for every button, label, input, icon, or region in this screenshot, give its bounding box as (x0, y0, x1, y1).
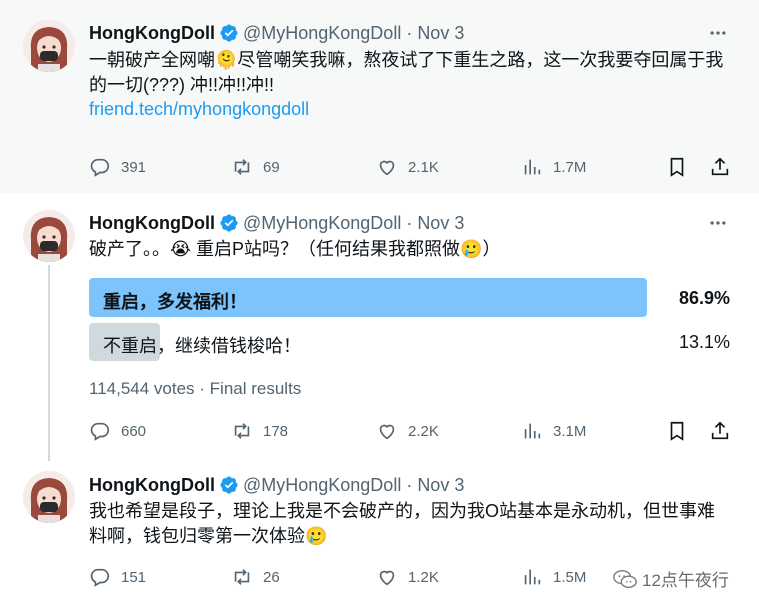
reply-count: 391 (121, 158, 147, 176)
reply-count: 660 (121, 422, 147, 440)
tweet-header: HongKongDoll @MyHongKongDoll · Nov 3 (89, 21, 464, 45)
share-icon (711, 157, 729, 176)
like-icon (379, 424, 395, 440)
poll-option-1-label: 重启，多发福利！ (103, 292, 247, 312)
bookmark-icon (670, 421, 684, 441)
tweet-2[interactable]: HongKongDoll @MyHongKongDoll · Nov 3 破产了… (0, 199, 759, 461)
retweet-button[interactable]: 26 (231, 565, 280, 589)
like-count: 2.2K (408, 422, 439, 440)
tweet-1[interactable]: HongKongDoll @MyHongKongDoll · Nov 3 一朝破… (0, 0, 759, 193)
poll-option-2-percent: 13.1% (678, 332, 730, 352)
views-icon (524, 159, 541, 175)
tweet-actions: 660 178 2.2K 3.1M (89, 419, 739, 443)
poll-results-meta: 114,544 votes · Final results (89, 379, 302, 398)
retweet-count: 26 (263, 568, 280, 586)
like-count: 1.2K (408, 568, 439, 586)
like-icon (379, 570, 395, 586)
views-count: 1.7M (553, 158, 587, 176)
like-count: 2.1K (408, 158, 439, 176)
more-options-icon[interactable] (707, 22, 729, 44)
separator-dot: · (406, 474, 413, 495)
tweet-header: HongKongDoll @MyHongKongDoll · Nov 3 (89, 211, 464, 235)
more-options-icon[interactable] (707, 212, 729, 234)
tweet-date[interactable]: Nov 3 (417, 213, 464, 234)
user-handle[interactable]: @MyHongKongDoll (243, 23, 401, 44)
display-name[interactable]: HongKongDoll (89, 213, 215, 234)
wechat-icon (613, 569, 637, 588)
poll-option-1-percent: 86.9% (678, 288, 730, 308)
like-button[interactable]: 2.1K (376, 155, 439, 179)
retweet-count: 69 (263, 158, 280, 176)
retweet-icon (234, 569, 250, 585)
reply-icon (90, 158, 110, 177)
views-icon (524, 423, 541, 439)
tweet-link[interactable]: friend.tech/myhongkongdoll (89, 99, 309, 120)
views-count: 1.5M (553, 568, 587, 586)
avatar[interactable] (23, 20, 75, 72)
tweet-date[interactable]: Nov 3 (417, 23, 464, 44)
separator-dot: · (406, 22, 413, 43)
reply-count: 151 (121, 568, 147, 586)
avatar[interactable] (23, 471, 75, 523)
bookmark-icon (670, 157, 684, 177)
retweet-icon (234, 159, 250, 175)
views-icon (524, 569, 541, 585)
poll-option-2-label: 不重启，继续借钱梭哈！ (103, 336, 301, 356)
user-handle[interactable]: @MyHongKongDoll (243, 213, 401, 234)
separator-dot: · (406, 212, 413, 233)
verified-badge-icon (220, 476, 238, 494)
views-button[interactable]: 1.5M (521, 565, 586, 589)
share-icon (711, 421, 729, 440)
like-icon (379, 160, 395, 176)
verified-badge-icon (220, 214, 238, 232)
views-count: 3.1M (553, 422, 587, 440)
like-button[interactable]: 1.2K (376, 565, 439, 589)
tweet-text: 我也希望是段子，理论上我是不会破产的，因为我O站基本是永动机，但世事难料啊，钱包… (89, 501, 715, 546)
thread-line (48, 265, 50, 461)
verified-badge-icon (220, 24, 238, 42)
display-name[interactable]: HongKongDoll (89, 23, 215, 44)
share-button[interactable] (709, 419, 731, 443)
bookmark-button[interactable] (666, 155, 688, 179)
retweet-icon (234, 423, 250, 439)
retweet-button[interactable]: 178 (231, 419, 288, 443)
bookmark-button[interactable] (666, 419, 688, 443)
tweet-header: HongKongDoll @MyHongKongDoll · Nov 3 (89, 473, 464, 497)
reply-button[interactable]: 151 (89, 565, 146, 589)
views-button[interactable]: 3.1M (521, 419, 586, 443)
tweet-date[interactable]: Nov 3 (417, 475, 464, 496)
share-button[interactable] (709, 155, 731, 179)
tweet-text: 一朝破产全网嘲🫠尽管嘲笑我嘛，熬夜试了下重生之路，这一次我要夺回属于我的一切(?… (89, 50, 724, 95)
tweet-actions: 391 69 2.1K 1.7M (89, 155, 739, 179)
reply-icon (90, 568, 110, 587)
like-button[interactable]: 2.2K (376, 419, 439, 443)
retweet-count: 178 (263, 422, 289, 440)
reply-icon (90, 422, 110, 441)
retweet-button[interactable]: 69 (231, 155, 280, 179)
watermark: 12点午夜行 (612, 566, 729, 591)
user-handle[interactable]: @MyHongKongDoll (243, 475, 401, 496)
reply-button[interactable]: 391 (89, 155, 146, 179)
views-button[interactable]: 1.7M (521, 155, 586, 179)
reply-button[interactable]: 660 (89, 419, 146, 443)
display-name[interactable]: HongKongDoll (89, 475, 215, 496)
tweet-text: 破产了。。😭 重启P站吗？（任何结果我都照做🥲） (89, 239, 501, 259)
avatar[interactable] (23, 210, 75, 262)
watermark-text: 12点午夜行 (642, 571, 729, 590)
